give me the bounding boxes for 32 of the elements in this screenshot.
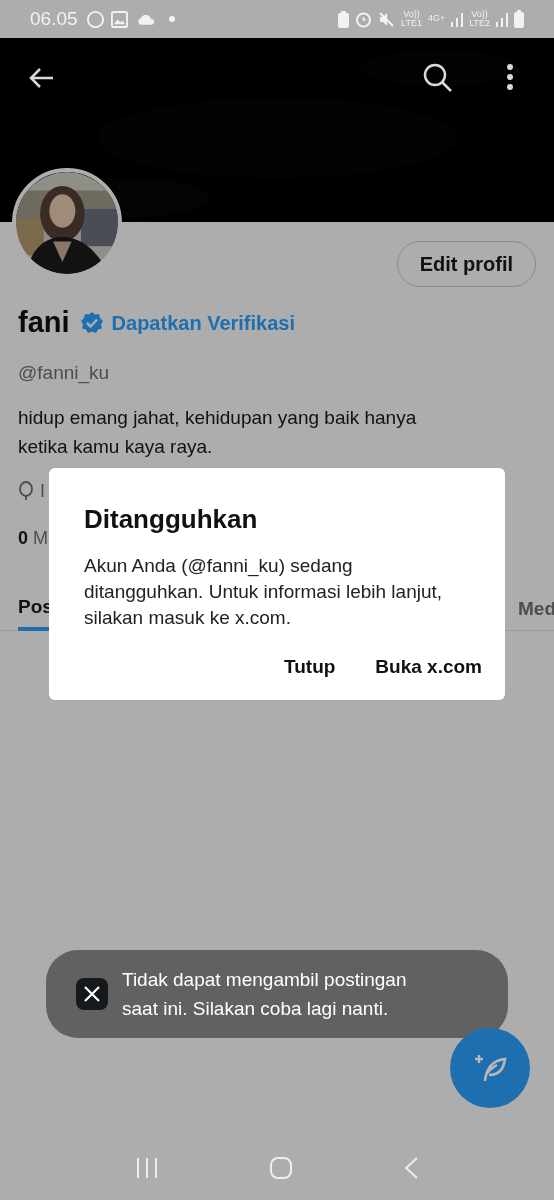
battery-icon bbox=[514, 10, 524, 28]
back-icon[interactable] bbox=[403, 1155, 419, 1180]
cloud-icon bbox=[135, 13, 155, 25]
signal-icon bbox=[451, 11, 464, 27]
display-name: fani bbox=[18, 305, 70, 340]
profile-tab[interactable]: Med bbox=[518, 588, 554, 631]
status-time: 06.05 bbox=[30, 6, 78, 31]
recent-apps-icon[interactable] bbox=[135, 1155, 159, 1180]
x-logo-icon bbox=[76, 978, 108, 1010]
network-label: LTE1 bbox=[401, 19, 422, 28]
dialog-message: Akun Anda (@fanni_ku) sedang ditangguhkan. Untuk informasi lebih lanjut, silakan masuk ke x.com. bbox=[84, 554, 444, 630]
chat-icon bbox=[85, 9, 105, 29]
network-label: LTE2 bbox=[469, 19, 490, 28]
network-label: Vo)) bbox=[471, 10, 488, 19]
home-icon[interactable] bbox=[269, 1155, 293, 1180]
dialog-title: Ditangguhkan bbox=[84, 503, 259, 536]
dialog-button[interactable]: Tutup bbox=[284, 653, 336, 682]
toast-message: Tidak dapat mengambil postingan saat ini. Silakan coba lagi nanti. bbox=[122, 968, 408, 1021]
image-icon bbox=[110, 10, 128, 28]
signal-icon bbox=[496, 11, 508, 27]
alarm-icon bbox=[355, 10, 373, 28]
network-label: 4G+ bbox=[427, 12, 446, 26]
bio-text: hidup emang jahat, kehidupan yang baik hanya ketika kamu kaya raya. bbox=[18, 406, 418, 459]
feather-plus-icon bbox=[473, 1053, 507, 1083]
battery-saver-icon bbox=[338, 10, 350, 28]
follow-stats: 0 M bbox=[18, 527, 49, 550]
username: @fanni_ku bbox=[18, 360, 111, 386]
network-label: Vo)) bbox=[403, 10, 420, 19]
dialog-button[interactable]: Buka x.com bbox=[375, 653, 482, 682]
location-text: I bbox=[40, 479, 45, 503]
mute-icon bbox=[378, 10, 396, 28]
balloon-icon bbox=[18, 481, 34, 501]
